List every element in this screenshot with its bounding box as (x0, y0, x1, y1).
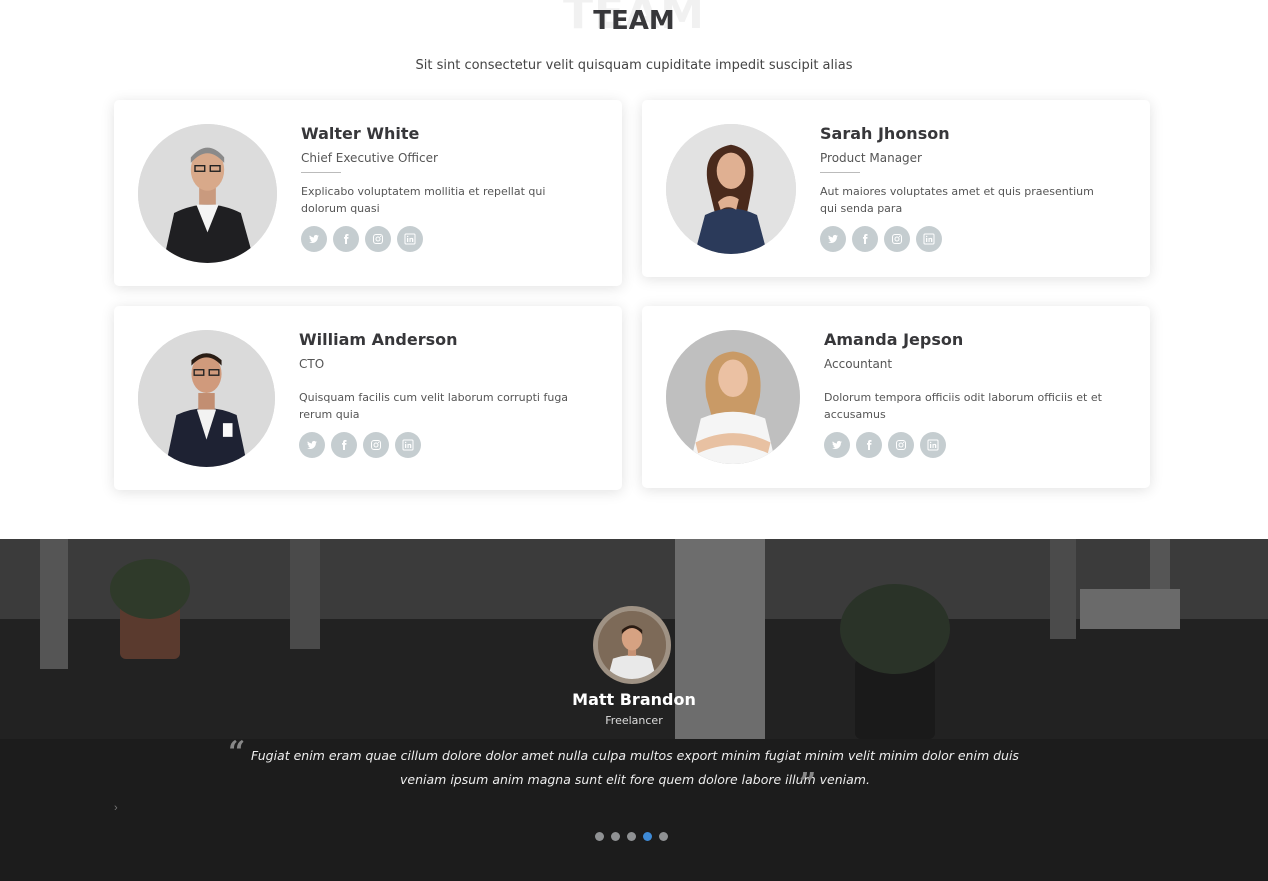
member-name: Amanda Jepson (824, 330, 964, 349)
testimonial-name: Matt Brandon (572, 690, 696, 709)
team-card-sarah-jhonson: Sarah Jhonson Product Manager Aut maiore… (642, 100, 1150, 277)
facebook-icon[interactable] (852, 226, 878, 252)
linkedin-icon[interactable] (916, 226, 942, 252)
divider (299, 378, 339, 379)
carousel-dot[interactable] (611, 832, 620, 841)
twitter-icon[interactable] (301, 226, 327, 252)
team-card-walter-white: Walter White Chief Executive Officer Exp… (114, 100, 622, 286)
member-photo (138, 330, 275, 467)
testimonial-quote: Fugiat enim eram quae cillum dolore dolo… (251, 748, 1019, 787)
instagram-icon[interactable] (363, 432, 389, 458)
instagram-icon[interactable] (884, 226, 910, 252)
member-description: Quisquam facilis cum velit laborum corru… (299, 391, 569, 421)
testimonial-role: Freelancer (605, 714, 663, 727)
member-role: CTO (299, 357, 325, 371)
member-description: Dolorum tempora officiis odit laborum of… (824, 391, 1102, 421)
team-subtitle: Sit sint consectetur velit quisquam cupi… (415, 58, 853, 73)
social-links (301, 226, 591, 252)
carousel-dot[interactable] (627, 832, 636, 841)
twitter-icon[interactable] (824, 432, 850, 458)
linkedin-icon[interactable] (920, 432, 946, 458)
social-links (824, 432, 1114, 458)
member-name: Sarah Jhonson (820, 124, 950, 143)
facebook-icon[interactable] (331, 432, 357, 458)
chevron-right-icon: › (114, 802, 118, 814)
member-description: Explicabo voluptatem mollitia et repella… (301, 185, 546, 215)
quote-close-icon: ” (799, 767, 817, 802)
member-description: Aut maiores voluptates amet et quis prae… (820, 185, 1094, 215)
member-photo (666, 330, 800, 464)
divider (824, 378, 864, 379)
instagram-icon[interactable] (888, 432, 914, 458)
carousel-pagination (595, 832, 668, 841)
twitter-icon[interactable] (299, 432, 325, 458)
testimonial-avatar (593, 606, 671, 684)
twitter-icon[interactable] (820, 226, 846, 252)
team-title: TEAM (593, 6, 675, 36)
carousel-dot-active[interactable] (643, 832, 652, 841)
team-card-amanda-jepson: Amanda Jepson Accountant Dolorum tempora… (642, 306, 1150, 488)
member-photo (666, 124, 796, 254)
facebook-icon[interactable] (333, 226, 359, 252)
team-card-william-anderson: William Anderson CTO Quisquam facilis cu… (114, 306, 622, 490)
linkedin-icon[interactable] (397, 226, 423, 252)
facebook-icon[interactable] (856, 432, 882, 458)
social-links (820, 226, 1110, 252)
member-role: Chief Executive Officer (301, 151, 438, 165)
divider (820, 172, 860, 173)
social-links (299, 432, 589, 458)
carousel-dot[interactable] (659, 832, 668, 841)
instagram-icon[interactable] (365, 226, 391, 252)
divider (301, 172, 341, 173)
carousel-dot[interactable] (595, 832, 604, 841)
member-photo (138, 124, 277, 263)
testimonials-section: Matt Brandon Freelancer “ Fugiat enim er… (0, 539, 1268, 881)
office-background-image (0, 539, 1268, 881)
member-name: William Anderson (299, 330, 458, 349)
member-role: Product Manager (820, 151, 922, 165)
member-role: Accountant (824, 357, 893, 371)
team-section: TEAM TEAM Sit sint consectetur velit qui… (0, 0, 1268, 539)
linkedin-icon[interactable] (395, 432, 421, 458)
member-name: Walter White (301, 124, 420, 143)
